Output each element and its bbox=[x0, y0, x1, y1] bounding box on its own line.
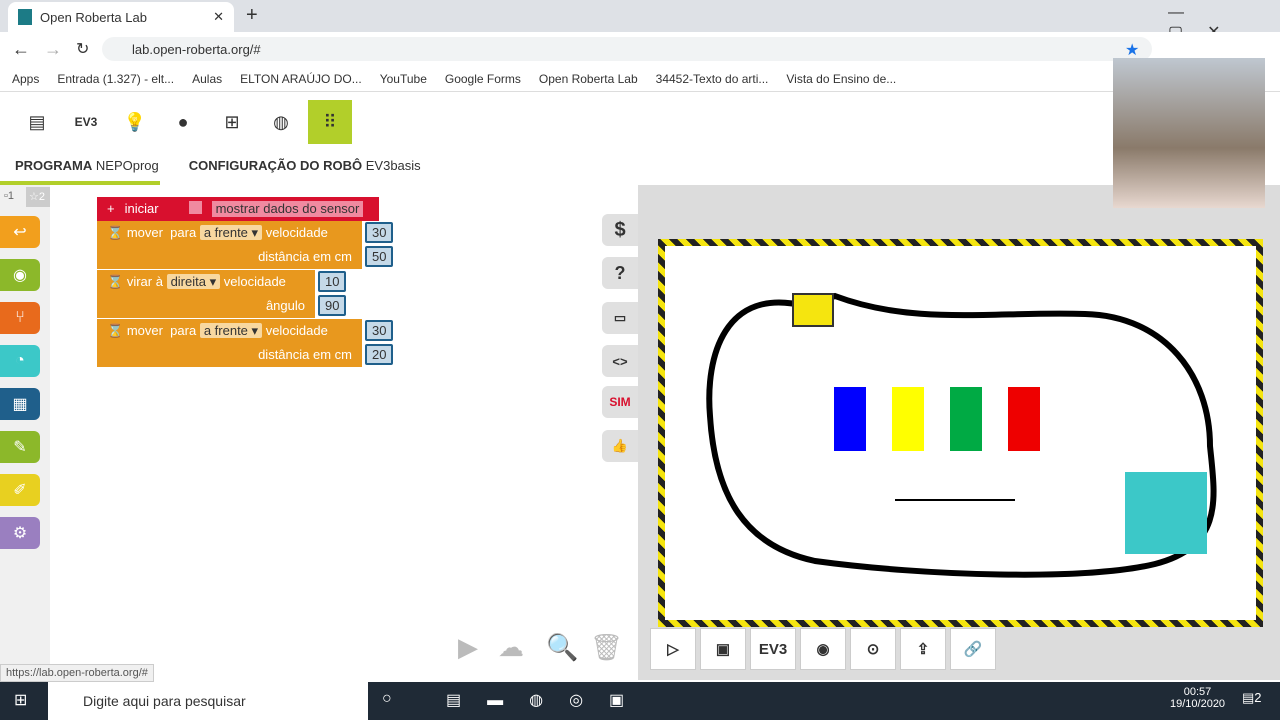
user-icon[interactable]: ● bbox=[161, 100, 205, 144]
plus-icon: + bbox=[107, 201, 115, 216]
comment-icon[interactable]: ▭ bbox=[602, 302, 638, 334]
turn-direction-dropdown[interactable]: direita ▾ bbox=[166, 274, 221, 289]
distance-input[interactable]: 50 bbox=[365, 246, 394, 267]
close-tab-icon[interactable]: ✕ bbox=[213, 9, 224, 25]
code-view-icon[interactable]: <> bbox=[602, 345, 638, 377]
category-logic[interactable]: ◔ bbox=[0, 345, 40, 377]
sim-button[interactable]: SIM bbox=[602, 386, 638, 418]
windows-start-icon[interactable]: ⊞ bbox=[14, 690, 27, 710]
robot-ev3-button[interactable]: EV3 bbox=[64, 100, 108, 144]
start-label: iniciar bbox=[124, 201, 159, 216]
task-view-icon[interactable]: ○ bbox=[382, 690, 392, 708]
sensor-label: mostrar dados do sensor bbox=[211, 201, 364, 217]
simulation-stage[interactable] bbox=[658, 239, 1263, 627]
color-block-yellow bbox=[892, 387, 924, 451]
url-text: lab.open-roberta.org/# bbox=[132, 42, 261, 57]
color-block-red bbox=[1008, 387, 1040, 451]
menu-icon[interactable]: ▤ bbox=[15, 100, 59, 144]
debug-icon[interactable]: 🔗 bbox=[950, 628, 996, 670]
cloud-upload-icon[interactable]: ☁ bbox=[498, 632, 524, 663]
move-block[interactable]: ⌛ mover para a frente ▾ velocidade distâ… bbox=[97, 319, 362, 367]
globe-icon[interactable]: ◍ bbox=[259, 100, 303, 144]
code-dollar-icon[interactable]: $ bbox=[602, 214, 638, 246]
sim-play-icon[interactable]: ▷ bbox=[650, 628, 696, 670]
bookmark[interactable]: Vista do Ensino de... bbox=[786, 72, 896, 86]
category-action[interactable]: ↩ bbox=[0, 216, 40, 248]
notifications-icon[interactable]: ▤2 bbox=[1242, 690, 1262, 706]
new-tab-button[interactable]: + bbox=[246, 4, 258, 27]
start-block[interactable]: + iniciar mostrar dados do sensor bbox=[97, 197, 379, 221]
bookmark[interactable]: Google Forms bbox=[445, 72, 521, 86]
tab-program[interactable]: PROGRAMA NEPOprog bbox=[15, 158, 159, 173]
apps-icon[interactable]: ⠿ bbox=[308, 100, 352, 144]
location-icon[interactable]: ⊙ bbox=[850, 628, 896, 670]
turn-block[interactable]: ⌛ virar à direita ▾ velocidade ângulo bbox=[97, 270, 315, 318]
status-url: https://lab.open-roberta.org/# bbox=[0, 664, 154, 682]
webcam-overlay bbox=[1113, 58, 1265, 208]
robot[interactable] bbox=[792, 293, 834, 327]
direction-dropdown[interactable]: a frente ▾ bbox=[199, 323, 263, 338]
bookmark[interactable]: Entrada (1.327) - elt... bbox=[57, 72, 174, 86]
robot-ev3-view[interactable]: EV3 bbox=[750, 628, 796, 670]
bookmarks-bar: Apps Entrada (1.327) - elt... Aulas ELTO… bbox=[0, 66, 1280, 92]
bookmark[interactable]: Aulas bbox=[192, 72, 222, 86]
zoom-icon[interactable]: 🔍 bbox=[546, 632, 578, 663]
grid-icon[interactable]: ⊞ bbox=[210, 100, 254, 144]
tab-robot-config[interactable]: CONFIGURAÇÃO DO ROBÔ EV3basis bbox=[189, 158, 421, 173]
category-control[interactable]: ⑂ bbox=[0, 302, 40, 334]
bookmark[interactable]: 34452-Texto do arti... bbox=[656, 72, 769, 86]
reload-icon[interactable]: ↻ bbox=[76, 39, 89, 59]
import-icon[interactable]: ⇪ bbox=[900, 628, 946, 670]
distance-input[interactable]: 20 bbox=[365, 344, 394, 365]
trash-icon[interactable]: 🗑 bbox=[590, 632, 623, 663]
url-input[interactable]: lab.open-roberta.org/# bbox=[102, 37, 1152, 61]
category-colors[interactable]: ✐ bbox=[0, 474, 40, 506]
category-math[interactable]: ▦ bbox=[0, 388, 40, 420]
tab-title: Open Roberta Lab bbox=[40, 9, 147, 25]
help-icon[interactable]: ? bbox=[602, 257, 638, 289]
angle-input[interactable]: 90 bbox=[318, 295, 347, 316]
category-text[interactable]: ✎ bbox=[0, 431, 40, 463]
move-block[interactable]: ⌛ mover para a frente ▾ velocidade distâ… bbox=[97, 221, 362, 269]
bookmark[interactable]: Open Roberta Lab bbox=[539, 72, 638, 86]
block-categories: ▫1 ☆2 ↩ ◉ ⑂ ◔ ▦ ✎ ✐ ⚙ bbox=[0, 185, 50, 680]
lightbulb-icon[interactable]: 💡 bbox=[113, 100, 157, 144]
taskbar-search[interactable]: Digite aqui para pesquisar bbox=[48, 682, 368, 720]
bookmark[interactable]: Apps bbox=[12, 72, 39, 86]
browser-tab[interactable]: Open Roberta Lab ✕ bbox=[8, 2, 234, 32]
turn-speed-input[interactable]: 10 bbox=[318, 271, 347, 292]
simulation-toolbar: ▷ ▣ EV3 ◉ ⊙ ⇪ 🔗 bbox=[650, 628, 996, 670]
program-tabs: PROGRAMA NEPOprog CONFIGURAÇÃO DO ROBÔ E… bbox=[15, 158, 421, 173]
speed-input[interactable]: 30 bbox=[365, 222, 394, 243]
sensor-checkbox[interactable] bbox=[188, 201, 202, 214]
bookmark[interactable]: YouTube bbox=[380, 72, 427, 86]
bookmark[interactable]: ELTON ARAÚJO DO... bbox=[240, 72, 362, 86]
bookmark-star-icon[interactable]: ★ bbox=[1125, 40, 1139, 60]
direction-dropdown[interactable]: a frente ▾ bbox=[199, 225, 263, 240]
forward-icon[interactable]: → bbox=[44, 39, 62, 60]
level-2-button[interactable]: ☆2 bbox=[26, 187, 50, 207]
level-1-button[interactable]: ▫1 bbox=[4, 190, 14, 202]
feedback-icon[interactable]: 👍 bbox=[602, 430, 638, 462]
search-placeholder: Digite aqui para pesquisar bbox=[83, 693, 246, 709]
run-icon[interactable]: ▶ bbox=[458, 632, 478, 663]
back-icon[interactable]: ← bbox=[12, 39, 30, 60]
category-sensors[interactable]: ◉ bbox=[0, 259, 40, 291]
speed-input[interactable]: 30 bbox=[365, 320, 394, 341]
color-block-green bbox=[950, 387, 982, 451]
image-icon[interactable]: ▣ bbox=[700, 628, 746, 670]
category-messages[interactable]: ⚙ bbox=[0, 517, 40, 549]
color-block-blue bbox=[834, 387, 866, 451]
color-block-cyan bbox=[1125, 472, 1207, 554]
sensor-icon[interactable]: ◉ bbox=[800, 628, 846, 670]
clock[interactable]: 00:57 19/10/2020 bbox=[1170, 686, 1225, 710]
roberta-favicon-icon bbox=[18, 9, 32, 25]
taskbar-apps[interactable]: ▤▬◍◎▣ bbox=[446, 690, 650, 710]
